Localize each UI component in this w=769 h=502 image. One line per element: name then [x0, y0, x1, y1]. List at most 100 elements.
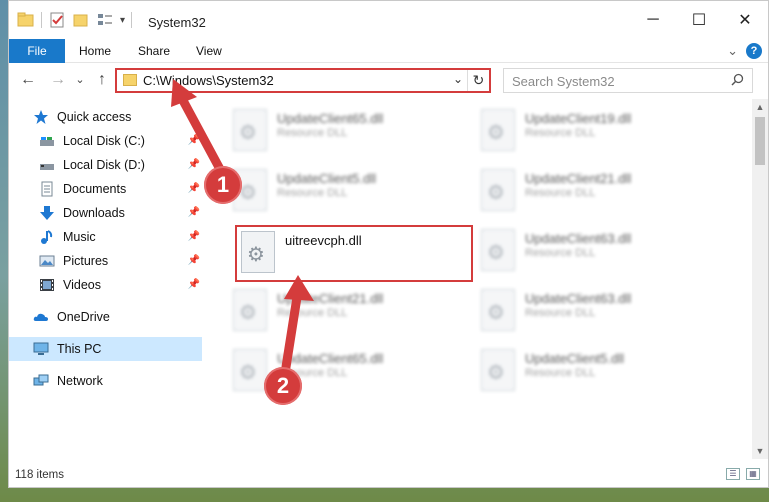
sidebar-item-label: Pictures: [63, 254, 109, 268]
file-type: Resource DLL: [525, 187, 596, 199]
dll-file-icon: ⚙: [233, 349, 267, 391]
network-icon: [33, 373, 49, 389]
quick-access-toolbar: ▾: [17, 11, 133, 29]
toolbar-separator: [131, 12, 133, 28]
dll-file-icon: ⚙: [481, 169, 515, 211]
properties-icon[interactable]: [48, 11, 66, 29]
file-name: UpdateClient63.dll: [525, 291, 632, 306]
dll-file-icon: ⚙: [481, 289, 515, 331]
sidebar-item-label: Documents: [63, 182, 127, 196]
file-name: UpdateClient21.dll: [525, 171, 632, 186]
sidebar-item-label: Local Disk (D:): [63, 158, 145, 172]
sidebar-item-label: Downloads: [63, 206, 125, 220]
sidebar-item-videos[interactable]: Videos 📌: [9, 273, 202, 297]
back-button[interactable]: ←: [19, 71, 37, 89]
pin-icon: 📌: [187, 279, 200, 290]
sidebar-item-label: Network: [57, 374, 103, 388]
pin-icon: 📌: [187, 207, 200, 218]
file-item[interactable]: ⚙ UpdateClient19.dll Resource DLL: [477, 105, 707, 161]
file-type: Resource DLL: [525, 127, 596, 139]
sidebar-item-label: Music: [63, 230, 96, 244]
search-box[interactable]: Search System32: [503, 68, 753, 93]
scroll-up-arrow-icon[interactable]: ▲: [752, 99, 768, 115]
refresh-button[interactable]: ↻: [467, 70, 489, 91]
pictures-icon: [39, 253, 55, 269]
sidebar-item-network[interactable]: Network: [9, 369, 202, 393]
search-icon: [731, 73, 744, 89]
tab-share[interactable]: Share: [138, 39, 170, 63]
item-count: 118 items: [15, 469, 65, 481]
sidebar-item-this-pc[interactable]: This PC: [9, 337, 202, 361]
address-dropdown-chevron-icon[interactable]: ⌄: [453, 72, 463, 86]
computer-icon: [33, 341, 49, 357]
minimize-button[interactable]: ─: [630, 1, 676, 39]
file-item[interactable]: ⚙ UpdateClient63.dll Resource DLL: [477, 225, 707, 281]
view-options-icon[interactable]: [96, 11, 114, 29]
dll-file-icon: ⚙: [481, 109, 515, 151]
customize-toolbar-chevron-icon[interactable]: ▾: [120, 15, 125, 26]
tab-file[interactable]: File: [9, 39, 65, 63]
tab-view[interactable]: View: [196, 39, 222, 63]
file-type: Resource DLL: [277, 187, 348, 199]
details-view-icon[interactable]: ☰: [726, 468, 740, 480]
file-name: UpdateClient5.dll: [277, 171, 377, 186]
file-item[interactable]: ⚙ UpdateClient5.dll Resource DLL: [477, 345, 707, 401]
pin-icon: 📌: [187, 231, 200, 242]
sidebar-item-music[interactable]: Music 📌: [9, 225, 202, 249]
file-type: Resource DLL: [525, 247, 596, 259]
file-type: Resource DLL: [525, 307, 596, 319]
help-icon[interactable]: ?: [746, 43, 762, 59]
recent-locations-button[interactable]: ⌄: [71, 71, 89, 89]
navigation-bar: ← → ⌄ ↑ C:\Windows\System32 ⌄ ↻ Search S…: [9, 63, 768, 99]
sidebar-item-label: Local Disk (C:): [63, 134, 145, 148]
callout-badge-2: 2: [264, 367, 302, 405]
ribbon-controls: ⌄ ?: [727, 43, 762, 59]
download-icon: [39, 205, 55, 221]
dll-file-icon: ⚙: [481, 349, 515, 391]
folder-icon: [123, 74, 137, 86]
tab-home[interactable]: Home: [79, 39, 111, 63]
window-controls: ─ ☐ ✕: [630, 1, 768, 39]
file-item[interactable]: ⚙ UpdateClient65.dll Resource DLL: [229, 105, 459, 161]
large-icons-view-icon[interactable]: ▦: [746, 468, 760, 480]
new-folder-icon[interactable]: [72, 11, 90, 29]
ribbon-tabs: File Home Share View ⌄ ?: [9, 39, 768, 63]
sidebar-item-onedrive[interactable]: OneDrive: [9, 305, 202, 329]
vertical-scrollbar[interactable]: ▲ ▼: [752, 99, 768, 459]
maximize-button[interactable]: ☐: [676, 1, 722, 39]
sidebar-item-pictures[interactable]: Pictures 📌: [9, 249, 202, 273]
search-input[interactable]: Search System32: [512, 74, 615, 89]
dll-file-icon: ⚙: [233, 289, 267, 331]
status-bar: 118 items ☰ ▦: [9, 463, 768, 487]
window-title: System32: [148, 15, 206, 30]
file-type: Resource DLL: [525, 367, 596, 379]
file-item[interactable]: ⚙ UpdateClient5.dll Resource DLL: [229, 165, 459, 221]
file-item[interactable]: ⚙ UpdateClient21.dll Resource DLL: [477, 165, 707, 221]
dll-file-icon: ⚙: [481, 229, 515, 271]
file-name: UpdateClient63.dll: [525, 231, 632, 246]
file-name: UpdateClient19.dll: [525, 111, 632, 126]
explorer-window: ▾ System32 ─ ☐ ✕ File Home Share View ⌄ …: [8, 0, 769, 488]
cloud-icon: [33, 309, 49, 325]
drive-icon: [39, 133, 55, 149]
document-icon: [39, 181, 55, 197]
videos-icon: [39, 277, 55, 293]
up-button[interactable]: ↑: [93, 71, 111, 89]
music-icon: [39, 229, 55, 245]
toolbar-separator: [41, 12, 42, 28]
close-button[interactable]: ✕: [722, 1, 768, 39]
file-item[interactable]: ⚙ UpdateClient63.dll Resource DLL: [477, 285, 707, 341]
scroll-down-arrow-icon[interactable]: ▼: [752, 443, 768, 459]
callout-badge-1: 1: [204, 166, 242, 204]
folder-icon: [17, 11, 35, 29]
pin-icon: 📌: [187, 255, 200, 266]
scroll-thumb[interactable]: [755, 117, 765, 165]
file-name: UpdateClient5.dll: [525, 351, 625, 366]
sidebar-item-downloads[interactable]: Downloads 📌: [9, 201, 202, 225]
star-icon: [33, 109, 49, 125]
forward-button[interactable]: →: [49, 71, 67, 89]
sidebar-item-label: OneDrive: [57, 310, 110, 324]
sidebar-item-label: Videos: [63, 278, 101, 292]
title-bar: ▾ System32 ─ ☐ ✕: [9, 1, 768, 39]
expand-ribbon-chevron-icon[interactable]: ⌄: [727, 43, 738, 59]
